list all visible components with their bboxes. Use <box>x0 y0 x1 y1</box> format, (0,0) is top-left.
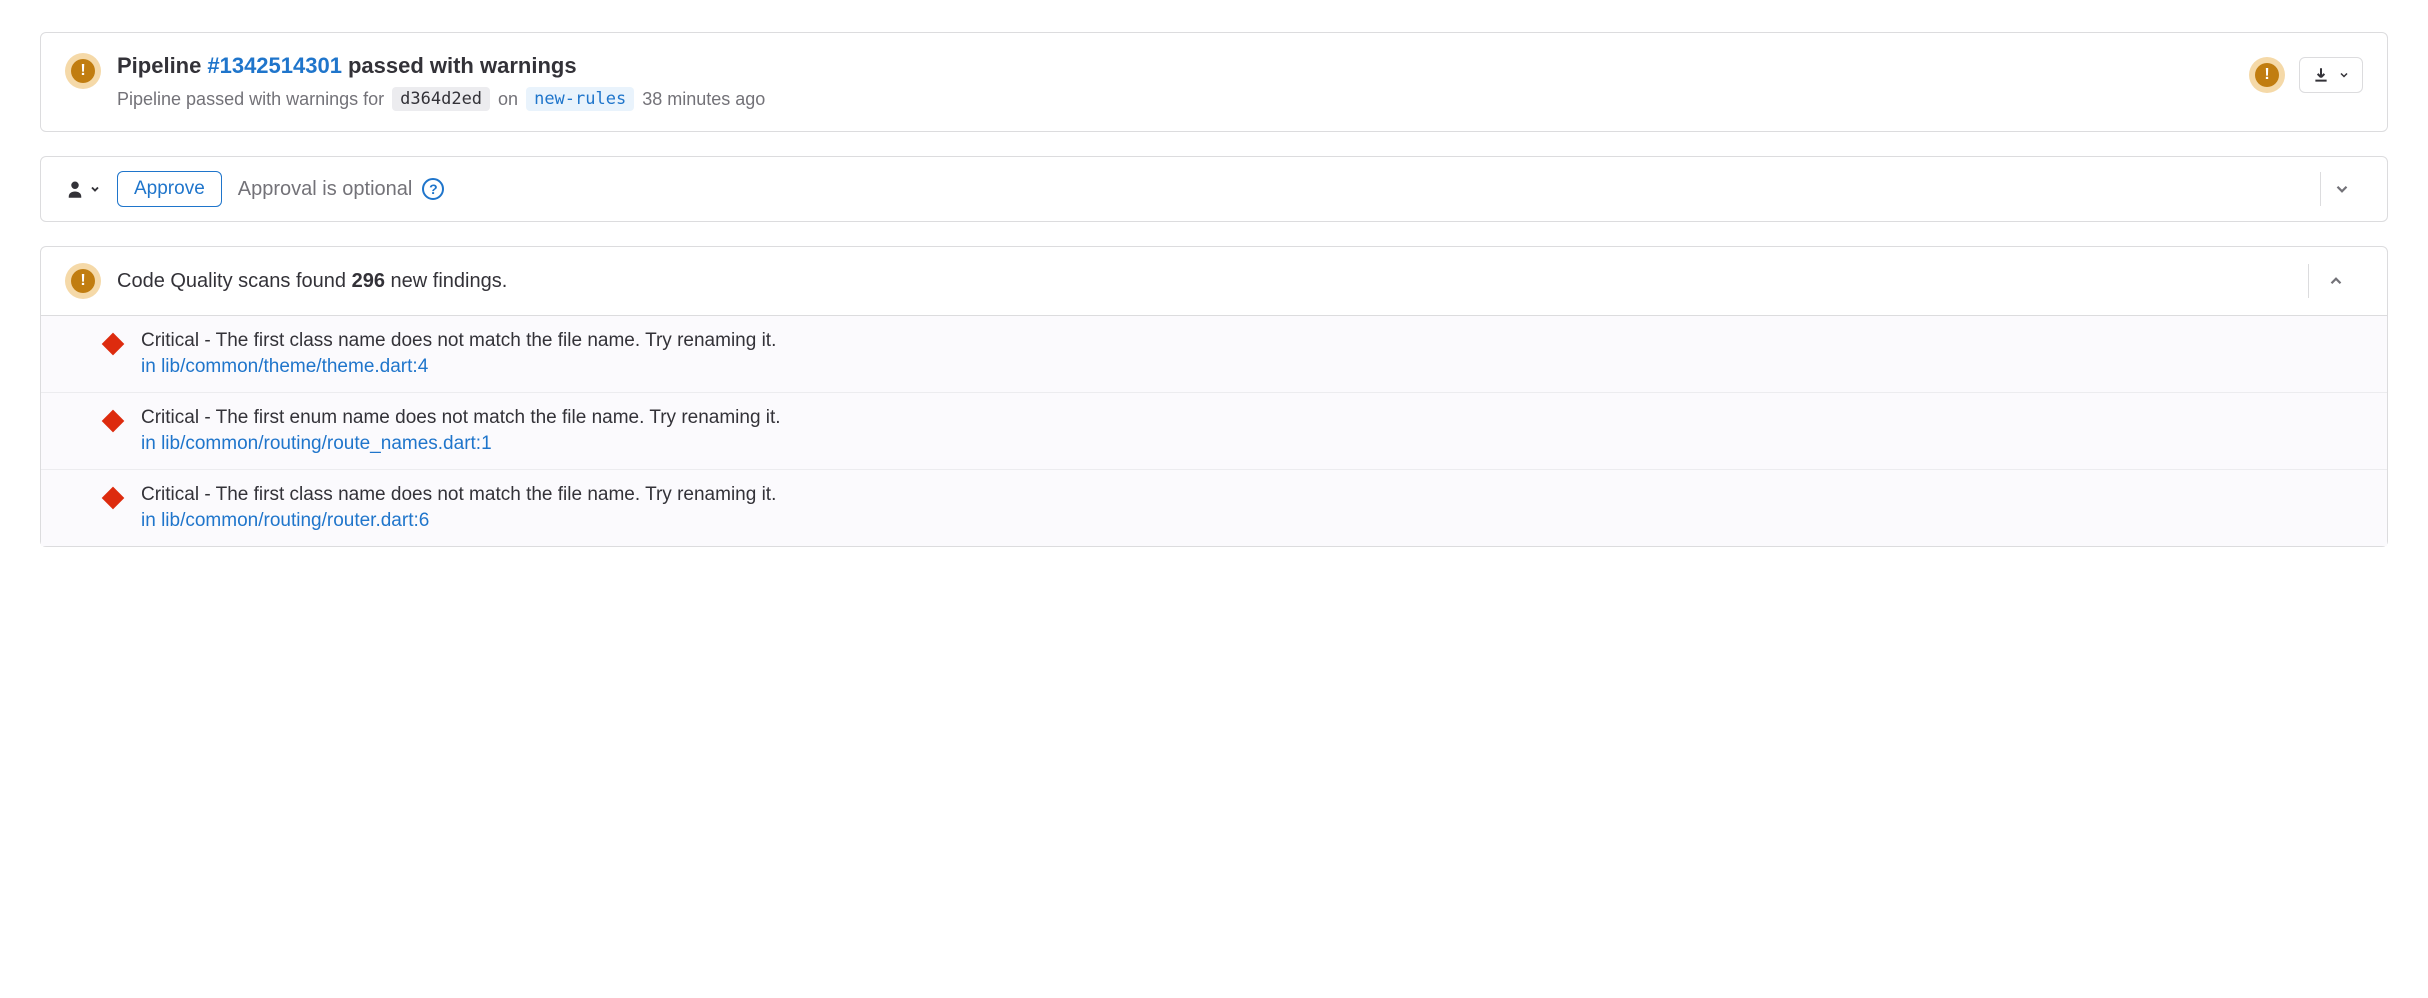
download-icon <box>2312 66 2330 84</box>
commit-sha-badge[interactable]: d364d2ed <box>392 87 490 111</box>
pipeline-title-prefix: Pipeline <box>117 53 201 79</box>
download-artifacts-button[interactable] <box>2299 57 2363 93</box>
user-icon <box>65 179 85 199</box>
finding-text: Critical - The first enum name does not … <box>141 407 2363 429</box>
pipeline-subtext: Pipeline passed with warnings for d364d2… <box>117 87 2233 111</box>
pipeline-main: Pipeline #1342514301 passed with warning… <box>117 53 2233 111</box>
branch-badge[interactable]: new-rules <box>526 87 634 111</box>
cq-suffix: new findings. <box>391 270 508 292</box>
finding-sep: - <box>204 407 215 428</box>
critical-severity-icon <box>102 410 125 433</box>
critical-severity-icon <box>102 487 125 510</box>
approval-card: 8 Approve Approval is optional ? <box>40 156 2388 222</box>
warning-status-icon-small[interactable]: ! <box>2249 57 2285 93</box>
chevron-down-icon <box>89 183 101 195</box>
finding-severity: Critical <box>141 484 199 505</box>
finding-location-link[interactable]: in lib/common/routing/router.dart:6 <box>141 510 2363 532</box>
chevron-down-icon <box>2338 69 2350 81</box>
code-quality-header: ! Code Quality scans found 296 new findi… <box>41 247 2387 315</box>
warning-status-icon: ! <box>65 263 101 299</box>
finding-sep: - <box>204 484 215 505</box>
help-icon[interactable]: ? <box>422 178 444 200</box>
finding-location-link[interactable]: in lib/common/theme/theme.dart:4 <box>141 356 2363 378</box>
pipeline-id-link[interactable]: #1342514301 <box>207 53 342 79</box>
finding-message: The first class name does not match the … <box>216 330 777 351</box>
exclamation-icon: ! <box>2255 63 2279 87</box>
approval-optional-text: Approval is optional ? <box>238 178 2304 201</box>
finding-text: Critical - The first class name does not… <box>141 330 2363 352</box>
chevron-up-icon <box>2327 272 2345 290</box>
finding-item: Critical - The first class name does not… <box>41 316 2387 393</box>
exclamation-icon: ! <box>71 269 95 293</box>
finding-item: Critical - The first class name does not… <box>41 470 2387 546</box>
finding-loc-prefix: in <box>141 356 156 377</box>
chevron-down-icon <box>2333 180 2351 198</box>
warning-status-icon: ! <box>65 53 101 89</box>
code-quality-summary: Code Quality scans found 296 new finding… <box>117 270 2292 293</box>
code-quality-findings-list: Critical - The first class name does not… <box>41 315 2387 546</box>
finding-loc-prefix: in <box>141 510 156 531</box>
finding-message: The first enum name does not match the f… <box>216 407 781 428</box>
finding-location-link[interactable]: in lib/common/routing/route_names.dart:1 <box>141 433 2363 455</box>
pipeline-time-ago: 38 minutes ago <box>642 89 765 110</box>
critical-severity-icon <box>102 333 125 356</box>
cq-count: 296 <box>352 270 385 292</box>
approval-expand-toggle[interactable] <box>2320 172 2363 206</box>
finding-sep: - <box>204 330 215 351</box>
pipeline-sub-prefix: Pipeline passed with warnings for <box>117 89 384 110</box>
approve-button[interactable]: Approve <box>117 171 222 207</box>
code-quality-card: ! Code Quality scans found 296 new findi… <box>40 246 2388 547</box>
pipeline-sub-on: on <box>498 89 518 110</box>
finding-message: The first class name does not match the … <box>216 484 777 505</box>
code-quality-collapse-toggle[interactable] <box>2308 264 2363 298</box>
finding-item: Critical - The first enum name does not … <box>41 393 2387 470</box>
pipeline-title: Pipeline #1342514301 passed with warning… <box>117 53 2233 79</box>
finding-text: Critical - The first class name does not… <box>141 484 2363 506</box>
pipeline-status-card: ! Pipeline #1342514301 passed with warni… <box>40 32 2388 132</box>
pipeline-actions: ! <box>2249 57 2363 93</box>
approval-optional-label: Approval is optional <box>238 178 413 201</box>
finding-severity: Critical <box>141 407 199 428</box>
finding-loc: lib/common/routing/route_names.dart:1 <box>161 433 492 454</box>
exclamation-icon: ! <box>71 59 95 83</box>
finding-severity: Critical <box>141 330 199 351</box>
pipeline-title-suffix: passed with warnings <box>348 53 577 79</box>
finding-loc: lib/common/routing/router.dart:6 <box>161 510 429 531</box>
reviewers-dropdown[interactable]: 8 <box>65 179 101 199</box>
finding-loc-prefix: in <box>141 433 156 454</box>
finding-loc: lib/common/theme/theme.dart:4 <box>161 356 428 377</box>
cq-prefix: Code Quality scans found <box>117 270 346 292</box>
